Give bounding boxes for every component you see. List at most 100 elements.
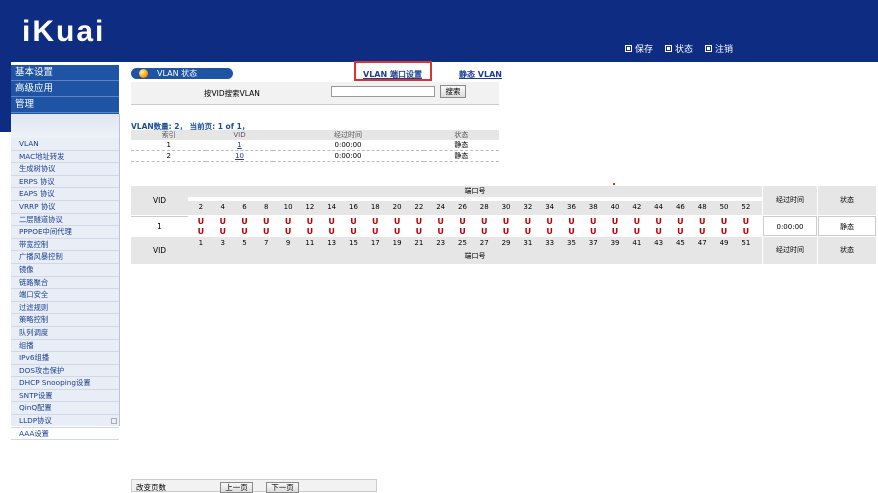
col-time: 经过时间 (272, 130, 424, 140)
vid-search-input[interactable] (331, 86, 435, 97)
table-row: 2 10 0:00:00 静态 (131, 150, 499, 162)
submenu-spacer (11, 114, 119, 138)
port-number: 28 (479, 203, 489, 211)
port-number: 10 (283, 203, 293, 211)
sidebar-item[interactable]: 生成树协议 (11, 163, 119, 176)
port-untagged-mark: U (633, 217, 641, 226)
port-untagged-mark: U (589, 227, 597, 236)
port-untagged-mark: U (655, 227, 662, 236)
sidebar-item[interactable]: IPv6组播 (11, 352, 119, 365)
port-number: 6 (242, 203, 247, 211)
port-number: 4 (220, 203, 225, 211)
search-button[interactable]: 搜索 (440, 85, 466, 98)
ports-footer: 端口号 (188, 249, 762, 264)
sidebar-item[interactable]: VRRP 协议 (11, 201, 119, 214)
port-number: 17 (370, 239, 380, 247)
sidebar-item[interactable]: DOS攻击保护 (11, 365, 119, 378)
sidebar-item[interactable]: EAPS 协议 (11, 188, 119, 201)
row-time: 0:00:00 (272, 140, 424, 151)
vid-link[interactable]: 1 (237, 141, 241, 149)
save-link[interactable]: 保存 (625, 42, 653, 55)
sidebar-item[interactable]: 端口安全 (11, 289, 119, 302)
port-number: 50 (719, 203, 729, 211)
port-number: 30 (501, 203, 511, 211)
vlan-list-table: 索引 VID 经过时间 状态 1 1 0:00:00 静态 2 10 0:00:… (131, 130, 499, 162)
port-untagged-mark: U (284, 217, 292, 226)
sidebar-item[interactable]: MAC地址转发 (11, 151, 119, 164)
sidebar-item[interactable]: PPPOE中间代理 (11, 226, 119, 239)
sidebar-item[interactable]: SNTP设置 (11, 390, 119, 403)
vid-link[interactable]: 10 (235, 152, 244, 160)
static-vlan-link[interactable]: 静态 VLAN (459, 69, 502, 80)
sidebar-item[interactable]: 带宽控制 (11, 239, 119, 252)
sidebar-item[interactable]: QinQ配置 (11, 402, 119, 416)
port-untagged-mark: U (459, 217, 466, 226)
port-number: 25 (458, 239, 467, 247)
status-label: 状态 (675, 45, 694, 55)
logout-label: 注销 (715, 45, 734, 55)
port-number: 8 (264, 203, 269, 211)
port-untagged-mark: U (263, 227, 270, 236)
sidebar-item[interactable]: DHCP Snooping设置 (11, 377, 119, 390)
header-nav: 保存 状态 注销 (625, 42, 733, 55)
sidebar-item[interactable]: 链路聚合 (11, 277, 119, 290)
vlan-port-settings-link[interactable]: VLAN 端口设置 (363, 69, 422, 80)
row-state-cell: 静态 (818, 216, 876, 236)
sidebar-item[interactable]: 策略控制 (11, 314, 119, 327)
sidebar-item[interactable]: VLAN (11, 138, 119, 151)
port-number: 37 (588, 239, 598, 247)
sidebar-submenu: VLAN MAC地址转发 生成树协议 ERPS 协议 EAPS 协议 VRRP 协议 二层隧… (11, 114, 120, 441)
menu-basic-settings[interactable]: 基本设置 (11, 65, 119, 81)
port-untagged-mark: U (219, 217, 226, 226)
scroll-corner[interactable] (111, 418, 117, 424)
pager: 改变页数 上一页 下一页 (131, 479, 377, 493)
port-untagged-mark: U (415, 227, 423, 236)
sidebar-item[interactable]: LLDP协议 (11, 415, 119, 428)
port-number: 27 (479, 239, 489, 247)
row-vid: 10 (206, 150, 273, 162)
port-untagged-mark: U (197, 217, 205, 226)
port-untagged-mark: U (677, 217, 684, 226)
port-number: 26 (458, 203, 467, 211)
menu-management[interactable]: 管理 (11, 97, 119, 113)
port-untagged-mark: U (655, 217, 662, 226)
sidebar-item[interactable]: 组播 (11, 340, 119, 353)
port-untagged-mark: U (241, 217, 248, 226)
port-number: 21 (414, 239, 424, 247)
sidebar-item[interactable]: ERPS 协议 (11, 176, 119, 189)
port-number: 43 (654, 239, 664, 247)
save-icon (625, 45, 632, 52)
sidebar-item[interactable]: AAA设置 (11, 428, 119, 441)
state-footer: 状态 (818, 237, 876, 264)
port-number: 16 (349, 203, 358, 211)
search-box: 按VID搜索VLAN 搜索 (131, 82, 499, 105)
port-untagged-mark: U (524, 227, 532, 236)
port-untagged-mark: U (698, 227, 706, 236)
col-vid: VID (206, 130, 273, 140)
port-number: 23 (436, 239, 446, 247)
port-number: 12 (305, 203, 315, 211)
sidebar-item[interactable]: 广播风暴控制 (11, 251, 119, 264)
port-untagged-mark: U (546, 217, 553, 226)
port-number: 5 (242, 239, 247, 247)
sidebar-item[interactable]: 二层隧道协议 (11, 214, 119, 227)
prev-page-button[interactable]: 上一页 (220, 482, 253, 493)
port-untagged-mark: U (568, 227, 575, 236)
next-page-button[interactable]: 下一页 (266, 482, 299, 493)
port-number: 13 (327, 239, 337, 247)
port-untagged-mark: U (219, 227, 226, 236)
state-header: 状态 (818, 186, 876, 215)
sidebar-item[interactable]: 镜像 (11, 264, 119, 277)
port-untagged-mark: U (328, 227, 335, 236)
port-untagged-mark: U (698, 217, 706, 226)
time-footer: 经过时间 (763, 237, 817, 264)
logout-link[interactable]: 注销 (705, 42, 733, 55)
sidebar-item[interactable]: 过滤规则 (11, 302, 119, 315)
port-number: 44 (654, 203, 664, 211)
port-number: 35 (566, 239, 576, 247)
port-number: 39 (610, 239, 620, 247)
status-link[interactable]: 状态 (665, 42, 693, 55)
menu-advanced[interactable]: 高级应用 (11, 81, 119, 97)
sidebar-item[interactable]: 队列调度 (11, 327, 119, 340)
port-untagged-mark: U (568, 217, 575, 226)
